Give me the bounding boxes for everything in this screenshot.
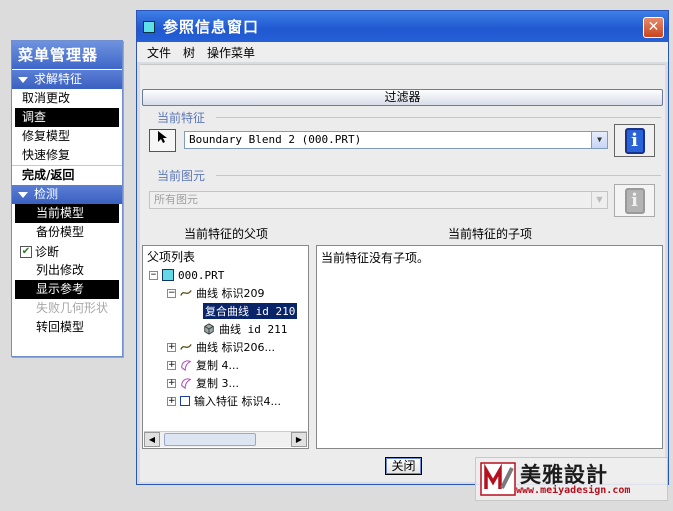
menu-item-current-model[interactable]: 当前模型 bbox=[15, 204, 119, 223]
reference-info-dialog: 参照信息窗口 ✕ 文件 树 操作菜单 过滤器 当前特征 Boundary Ble… bbox=[136, 10, 669, 485]
menu-item-fix-model[interactable]: 修复模型 bbox=[12, 127, 122, 146]
diagnose-checkbox-row[interactable]: ✔ 诊断 bbox=[12, 242, 122, 261]
collapse-triangle-icon bbox=[18, 191, 28, 198]
expand-toggle-icon[interactable]: + bbox=[167, 360, 176, 370]
menu-actions[interactable]: 操作菜单 bbox=[207, 44, 255, 61]
dialog-titlebar[interactable]: 参照信息窗口 bbox=[137, 11, 668, 42]
expand-toggle-icon[interactable]: + bbox=[167, 396, 176, 406]
current-feature-label: 当前特征 bbox=[157, 111, 206, 125]
tree-label: 复制 3... bbox=[196, 377, 239, 390]
group-divider bbox=[216, 117, 661, 118]
select-pointer-button[interactable] bbox=[149, 129, 176, 152]
part-icon bbox=[162, 269, 174, 281]
tree-node-curve-id-211[interactable]: 曲线 id 211 bbox=[203, 320, 287, 338]
chevron-down-icon: ▼ bbox=[591, 192, 607, 208]
curve-icon bbox=[180, 290, 192, 296]
menu-tree[interactable]: 树 bbox=[183, 44, 195, 61]
close-button[interactable]: 关闭 bbox=[385, 457, 422, 475]
scroll-thumb[interactable] bbox=[164, 433, 256, 446]
parents-header: 当前特征的父项 bbox=[183, 227, 268, 241]
feature-info-button[interactable]: i bbox=[614, 124, 655, 157]
menu-item-show-references[interactable]: 显示参考 bbox=[15, 280, 119, 299]
menu-file[interactable]: 文件 bbox=[147, 44, 171, 61]
collapse-toggle-icon[interactable]: − bbox=[167, 288, 176, 298]
section-label: 求解特征 bbox=[34, 72, 83, 86]
tree-label: 复合曲线 id 210 bbox=[203, 303, 298, 319]
children-message: 当前特征没有子项。 bbox=[321, 251, 430, 265]
copy-surface-icon bbox=[181, 378, 192, 389]
menu-manager-panel: 菜单管理器 求解特征 取消更改 调查 修复模型 快速修复 完成/返回 检测 当前… bbox=[11, 40, 123, 357]
section-check[interactable]: 检测 bbox=[12, 185, 122, 204]
scroll-right-icon[interactable]: ▶ bbox=[291, 432, 307, 447]
import-feature-icon bbox=[180, 396, 190, 406]
scroll-left-icon[interactable]: ◀ bbox=[144, 432, 160, 447]
dialog-body: 过滤器 当前特征 Boundary Blend 2 (000.PRT) ▼ i … bbox=[140, 64, 665, 482]
tree-label: 000.PRT bbox=[178, 268, 225, 282]
tree-node-import-feature[interactable]: + 输入特征 标识4... bbox=[167, 392, 281, 410]
menu-manager-title: 菜单管理器 bbox=[12, 41, 122, 69]
dialog-menubar: 文件 树 操作菜单 bbox=[137, 42, 668, 62]
watermark-url: www.meiyadesign.com bbox=[516, 485, 631, 496]
menu-item-list-changes[interactable]: 列出修改 bbox=[12, 261, 122, 280]
current-feature-select[interactable]: Boundary Blend 2 (000.PRT) ▼ bbox=[184, 131, 608, 149]
info-icon: i bbox=[624, 187, 645, 214]
tree-node-copy-3[interactable]: + 复制 3... bbox=[167, 374, 239, 392]
tree-label: 复制 4... bbox=[196, 359, 239, 372]
tree-node-root[interactable]: − 000.PRT bbox=[149, 266, 224, 284]
current-element-value: 所有图元 bbox=[154, 193, 198, 206]
collapse-triangle-icon bbox=[18, 76, 28, 83]
collapse-toggle-icon[interactable]: − bbox=[149, 270, 158, 280]
meiya-logo-icon bbox=[480, 462, 516, 496]
expand-toggle-icon[interactable]: + bbox=[167, 342, 176, 352]
feature-cube-icon bbox=[204, 323, 214, 335]
window-icon bbox=[143, 20, 155, 33]
tree-node-curve-209[interactable]: − 曲线 标识209 bbox=[167, 284, 265, 302]
dialog-title: 参照信息窗口 bbox=[163, 18, 260, 36]
tree-node-composite-curve[interactable]: 复合曲线 id 210 bbox=[203, 302, 298, 320]
section-resolve-feature[interactable]: 求解特征 bbox=[12, 70, 122, 89]
tree-label: 输入特征 标识4... bbox=[194, 395, 281, 408]
parent-list-title: 父项列表 bbox=[147, 250, 196, 264]
current-feature-value: Boundary Blend 2 (000.PRT) bbox=[189, 133, 362, 146]
menu-item-quick-fix[interactable]: 快速修复 bbox=[12, 146, 122, 165]
tree-label: 曲线 标识206... bbox=[196, 341, 275, 354]
parents-tree-pane[interactable]: 父项列表 − 000.PRT − 曲线 标识209 复合曲线 id 210 曲线… bbox=[142, 245, 309, 449]
copy-surface-icon bbox=[181, 360, 192, 371]
menu-item-undo-changes[interactable]: 取消更改 bbox=[12, 89, 122, 108]
info-icon: i bbox=[624, 127, 645, 154]
current-element-label: 当前图元 bbox=[157, 169, 206, 183]
filter-button[interactable]: 过滤器 bbox=[142, 89, 663, 106]
horizontal-scrollbar[interactable]: ◀ ▶ bbox=[144, 431, 307, 447]
expand-toggle-icon[interactable]: + bbox=[167, 378, 176, 388]
element-info-button: i bbox=[614, 184, 655, 217]
menu-item-revert-model[interactable]: 转回模型 bbox=[12, 318, 122, 337]
curve-icon bbox=[180, 344, 192, 350]
pointer-arrow-icon bbox=[157, 131, 167, 143]
watermark: 美雅設計 www.meiyadesign.com bbox=[475, 457, 668, 501]
tree-label: 曲线 标识209 bbox=[196, 287, 265, 300]
menu-item-done-return[interactable]: 完成/返回 bbox=[12, 165, 122, 184]
chevron-down-icon[interactable]: ▼ bbox=[591, 132, 607, 148]
children-pane: 当前特征没有子项。 bbox=[316, 245, 663, 449]
menu-item-failed-geometry: 失败几何形状 bbox=[36, 301, 109, 315]
menu-item-investigate[interactable]: 调查 bbox=[15, 108, 119, 127]
tree-node-copy-4[interactable]: + 复制 4... bbox=[167, 356, 239, 374]
tree-label: 曲线 id 211 bbox=[219, 323, 288, 336]
group-divider bbox=[216, 175, 661, 176]
close-icon[interactable]: ✕ bbox=[643, 17, 664, 38]
section-label: 检测 bbox=[34, 187, 59, 201]
tree-node-curve-206[interactable]: + 曲线 标识206... bbox=[167, 338, 275, 356]
diagnose-checkbox[interactable]: ✔ bbox=[20, 245, 32, 258]
menu-item-backup-model[interactable]: 备份模型 bbox=[12, 223, 122, 242]
diagnose-label: 诊断 bbox=[35, 245, 60, 259]
children-header: 当前特征的子项 bbox=[447, 227, 532, 241]
current-element-select: 所有图元 ▼ bbox=[149, 191, 608, 209]
